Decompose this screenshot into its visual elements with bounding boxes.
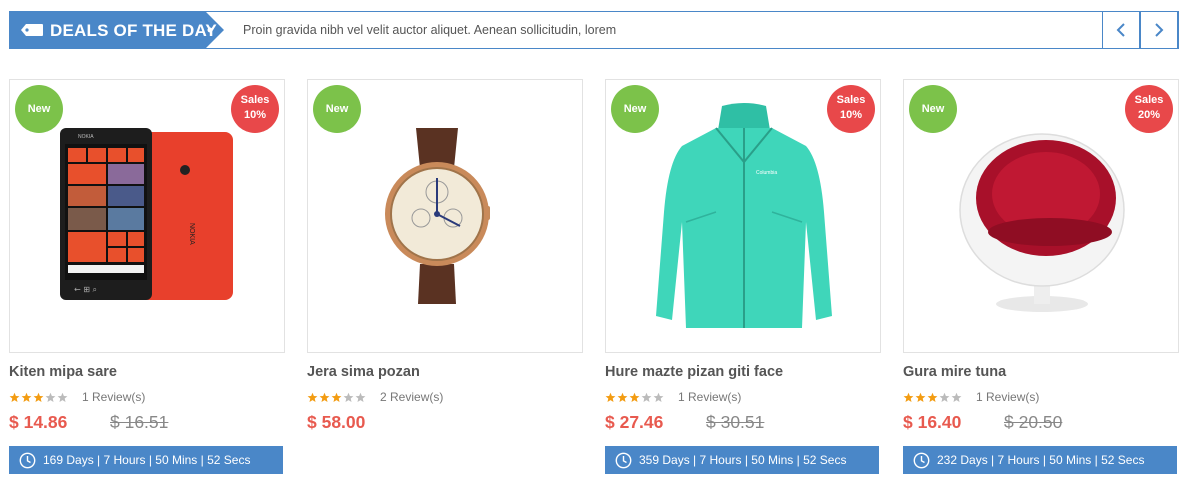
- deals-ticker-text: Proin gravida nibh vel velit auctor aliq…: [243, 23, 617, 37]
- rating: 2 Review(s): [307, 390, 443, 404]
- rating: 1 Review(s): [605, 390, 741, 404]
- rating: 1 Review(s): [9, 390, 145, 404]
- star-empty-icon: [45, 392, 56, 402]
- product-name[interactable]: Gura mire tuna: [903, 364, 1006, 380]
- svg-text:← ⊞ ⌕: ← ⊞ ⌕: [74, 285, 97, 294]
- price: $ 27.46: [605, 412, 664, 432]
- product-card[interactable]: Columbia New Sales 10% Hure mazte pizan …: [605, 79, 881, 475]
- new-badge: New: [15, 85, 63, 133]
- ball-chair-image: [959, 133, 1125, 312]
- deals-title: DEALS OF THE DAY: [50, 21, 217, 40]
- product-name[interactable]: Hure mazte pizan giti face: [605, 364, 783, 380]
- next-button[interactable]: [1140, 11, 1178, 49]
- price: $ 14.86: [9, 412, 68, 432]
- sale-badge-label: Sales: [240, 94, 270, 106]
- review-count[interactable]: 1 Review(s): [678, 390, 741, 404]
- deals-title-banner: DEALS OF THE DAY: [9, 11, 224, 49]
- product-name[interactable]: Kiten mipa sare: [9, 364, 117, 380]
- chevron-left-icon: [1116, 23, 1125, 37]
- star-empty-icon: [951, 392, 962, 402]
- star-empty-icon: [57, 392, 68, 402]
- sale-badge-percent: 10%: [243, 109, 267, 121]
- sale-badge-percent: 20%: [1137, 109, 1161, 121]
- product-card[interactable]: NOKIA NOKIA ← ⊞ ⌕ New Sales 10% Kiten mi…: [9, 79, 285, 475]
- clock-icon: [913, 452, 930, 468]
- tag-icon: [21, 24, 43, 36]
- product-card[interactable]: New Sales 20% Gura mire tuna 1 Review(s)…: [903, 79, 1179, 475]
- star-filled-icon: [319, 392, 330, 402]
- star-filled-icon: [33, 392, 44, 402]
- new-badge: New: [313, 85, 361, 133]
- sale-badge: Sales 10%: [231, 85, 279, 133]
- chevron-right-icon: [1155, 23, 1164, 37]
- review-count[interactable]: 2 Review(s): [380, 390, 443, 404]
- product-name[interactable]: Jera sima pozan: [307, 364, 420, 380]
- red-smartphone-image: NOKIA NOKIA ← ⊞ ⌕: [60, 128, 233, 300]
- star-empty-icon: [355, 392, 366, 402]
- deals-bar: DEALS OF THE DAY Proin gravida nibh vel …: [9, 11, 1179, 49]
- wrist-watch-image: [385, 128, 490, 304]
- star-filled-icon: [629, 392, 640, 402]
- clock-icon: [615, 452, 632, 468]
- sale-badge-percent: 10%: [839, 109, 863, 121]
- sale-badge-label: Sales: [836, 94, 866, 106]
- prev-button[interactable]: [1102, 11, 1140, 49]
- new-badge: New: [611, 85, 659, 133]
- star-filled-icon: [21, 392, 32, 402]
- countdown-timer: 359 Days | 7 Hours | 50 Mins | 52 Secs: [605, 446, 879, 474]
- old-price: $ 16.51: [110, 412, 169, 432]
- star-empty-icon: [641, 392, 652, 402]
- countdown-timer: 169 Days | 7 Hours | 50 Mins | 52 Secs: [9, 446, 283, 474]
- sale-badge: Sales 20%: [1125, 85, 1173, 133]
- clock-icon: [19, 452, 36, 468]
- new-badge: New: [909, 85, 957, 133]
- price: $ 58.00: [307, 412, 366, 432]
- svg-text:Columbia: Columbia: [756, 170, 777, 176]
- old-price: $ 30.51: [706, 412, 765, 432]
- star-empty-icon: [653, 392, 664, 402]
- svg-text:NOKIA: NOKIA: [188, 223, 195, 245]
- rating: 1 Review(s): [903, 390, 1039, 404]
- price: $ 16.40: [903, 412, 962, 432]
- star-filled-icon: [915, 392, 926, 402]
- review-count[interactable]: 1 Review(s): [82, 390, 145, 404]
- countdown-text: 359 Days | 7 Hours | 50 Mins | 52 Secs: [639, 453, 847, 467]
- star-empty-icon: [343, 392, 354, 402]
- countdown-text: 169 Days | 7 Hours | 50 Mins | 52 Secs: [43, 453, 251, 467]
- star-filled-icon: [307, 392, 318, 402]
- star-filled-icon: [9, 392, 20, 402]
- star-filled-icon: [927, 392, 938, 402]
- review-count[interactable]: 1 Review(s): [976, 390, 1039, 404]
- star-filled-icon: [903, 392, 914, 402]
- star-filled-icon: [331, 392, 342, 402]
- svg-text:NOKIA: NOKIA: [78, 134, 94, 140]
- star-filled-icon: [617, 392, 628, 402]
- countdown-text: 232 Days | 7 Hours | 50 Mins | 52 Secs: [937, 453, 1145, 467]
- sale-badge: Sales 10%: [827, 85, 875, 133]
- countdown-timer: 232 Days | 7 Hours | 50 Mins | 52 Secs: [903, 446, 1177, 474]
- old-price: $ 20.50: [1004, 412, 1063, 432]
- product-card[interactable]: New Jera sima pozan 2 Review(s) $ 58.00: [307, 79, 583, 475]
- star-filled-icon: [605, 392, 616, 402]
- sale-badge-label: Sales: [1134, 94, 1164, 106]
- star-empty-icon: [939, 392, 950, 402]
- teal-jacket-image: Columbia: [656, 103, 832, 328]
